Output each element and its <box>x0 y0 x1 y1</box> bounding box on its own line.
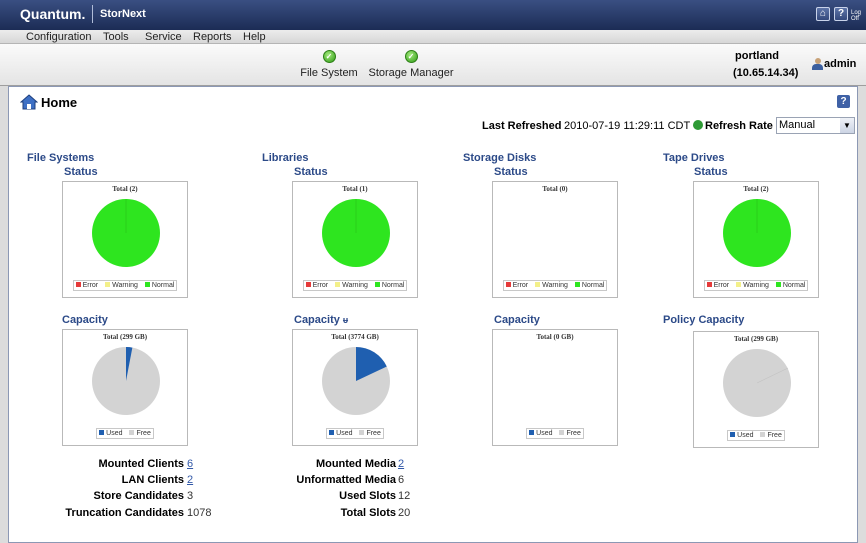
lan-clients-label: LAN Clients <box>121 474 184 486</box>
policy-capacity-chart: Total (299 GB) Used Free <box>693 331 819 448</box>
chart-total: Total (0 GB) <box>536 333 574 341</box>
file-system-button[interactable]: ✓ File System <box>298 50 360 79</box>
user-name[interactable]: admin <box>824 58 856 70</box>
brand-logo: Quantum. <box>20 6 86 22</box>
section-title-tape-drives: Tape Drives <box>663 152 725 164</box>
section-title-file-systems: File Systems <box>27 152 95 164</box>
status-heading: Status <box>294 166 328 178</box>
refresh-rate-value: Manual <box>779 119 816 131</box>
store-candidates-label: Store Candidates <box>93 490 184 502</box>
capacity-legend: Used Free <box>63 428 187 439</box>
capacity-heading: Capacity <box>62 314 108 326</box>
libraries-status-chart: Total (1) Error Warning Normal <box>292 181 418 298</box>
capacity-pie <box>92 347 160 415</box>
status-heading: Status <box>694 166 728 178</box>
menu-service[interactable]: Service <box>145 31 182 43</box>
sort-icon[interactable]: ᵾ <box>343 315 348 325</box>
help-button[interactable]: ? <box>834 7 848 21</box>
mounted-clients-link[interactable]: 6 <box>187 458 193 470</box>
last-refreshed-label: Last Refreshed <box>482 120 562 132</box>
chart-total: Total (2) <box>743 185 769 193</box>
section-title-storage-disks: Storage Disks <box>463 152 537 164</box>
refresh-rate-label: Refresh Rate <box>705 120 773 132</box>
capacity-legend: Used Free <box>694 430 818 441</box>
server-ip: (10.65.14.34) <box>733 67 799 79</box>
file-systems-status-chart: Total (2) Error Warning Normal <box>62 181 188 298</box>
home-icon[interactable]: ⌂ <box>816 7 830 21</box>
toolbar: ✓ File System ✓ Storage Manager portland… <box>0 44 866 86</box>
chevron-down-icon[interactable]: ▼ <box>840 118 854 133</box>
server-name: portland <box>735 50 779 62</box>
capacity-pie <box>723 349 791 417</box>
total-slots-label: Total Slots <box>340 507 396 519</box>
mounted-media-label: Mounted Media <box>315 458 396 470</box>
status-legend: Error Warning Normal <box>694 280 818 291</box>
chart-total: Total (0) <box>542 185 568 193</box>
status-pie <box>322 199 390 267</box>
policy-capacity-heading: Policy Capacity <box>663 314 745 326</box>
status-pie <box>723 199 791 267</box>
page-title: Home <box>41 95 78 110</box>
lan-clients-link[interactable]: 2 <box>187 474 193 486</box>
status-ok-icon: ✓ <box>322 50 336 63</box>
storage-disks-status-chart: Total (0) Error Warning Normal <box>492 181 618 298</box>
frame-border-left <box>0 86 8 543</box>
title-bar: Quantum. StorNext ⌂ ? Log Off <box>0 0 866 30</box>
storage-manager-label: Storage Manager <box>368 67 454 79</box>
help-icon[interactable]: ? <box>837 95 850 108</box>
capacity-heading: Capacity ᵾ <box>294 314 349 326</box>
file-systems-capacity-chart: Total (299 GB) Used Free <box>62 329 188 446</box>
menu-tools[interactable]: Tools <box>103 31 129 43</box>
menu-help[interactable]: Help <box>243 31 266 43</box>
frame-border-right <box>858 86 866 543</box>
mounted-media-link[interactable]: 2 <box>398 458 404 470</box>
user-icon <box>812 58 823 70</box>
menu-configuration[interactable]: Configuration <box>26 31 91 43</box>
capacity-legend: Used Free <box>493 428 617 439</box>
status-ok-icon: ✓ <box>404 50 418 63</box>
status-legend: Error Warning Normal <box>63 280 187 291</box>
refresh-rate-select[interactable]: Manual ▼ <box>776 117 855 134</box>
capacity-pie <box>322 347 390 415</box>
mounted-clients-label: Mounted Clients <box>98 458 184 470</box>
status-heading: Status <box>494 166 528 178</box>
store-candidates-value: 3 <box>187 490 194 502</box>
home-icon <box>20 94 38 110</box>
chart-total: Total (2) <box>112 185 138 193</box>
refresh-icon[interactable] <box>693 120 703 130</box>
unformatted-media-value: 6 <box>398 474 405 486</box>
storage-manager-button[interactable]: ✓ Storage Manager <box>368 50 454 79</box>
tape-drives-status-chart: Total (2) Error Warning Normal <box>693 181 819 298</box>
used-slots-value: 12 <box>398 490 411 502</box>
status-pie <box>521 198 591 268</box>
brand-divider <box>92 5 93 23</box>
last-refreshed-value: 2010-07-19 11:29:11 CDT <box>564 120 691 132</box>
chart-total: Total (299 GB) <box>733 335 779 343</box>
unformatted-media-label: Unformatted Media <box>296 474 396 486</box>
file-system-label: File System <box>300 67 358 79</box>
capacity-heading: Capacity <box>494 314 540 326</box>
chart-total: Total (299 GB) <box>102 333 148 341</box>
section-title-libraries: Libraries <box>262 152 309 164</box>
chart-total: Total (3774 GB) <box>331 333 379 341</box>
status-legend: Error Warning Normal <box>293 280 417 291</box>
storage-disks-capacity-chart: Total (0 GB) Used Free <box>492 329 618 446</box>
status-legend: Error Warning Normal <box>493 280 617 291</box>
menu-bar: Configuration Tools Service Reports Help <box>0 30 866 44</box>
truncation-candidates-label: Truncation Candidates <box>65 507 184 519</box>
capacity-legend: Used Free <box>293 428 417 439</box>
status-heading: Status <box>64 166 98 178</box>
capacity-pie <box>521 346 591 416</box>
total-slots-value: 20 <box>398 507 411 519</box>
truncation-candidates-value: 1078 <box>187 507 212 519</box>
libraries-capacity-chart: Total (3774 GB) Used Free <box>292 329 418 446</box>
log-off-link[interactable]: Log Off <box>851 10 866 22</box>
menu-reports[interactable]: Reports <box>193 31 232 43</box>
used-slots-label: Used Slots <box>339 490 396 502</box>
status-pie <box>92 199 160 267</box>
product-name: StorNext <box>100 8 146 20</box>
chart-total: Total (1) <box>342 185 368 193</box>
